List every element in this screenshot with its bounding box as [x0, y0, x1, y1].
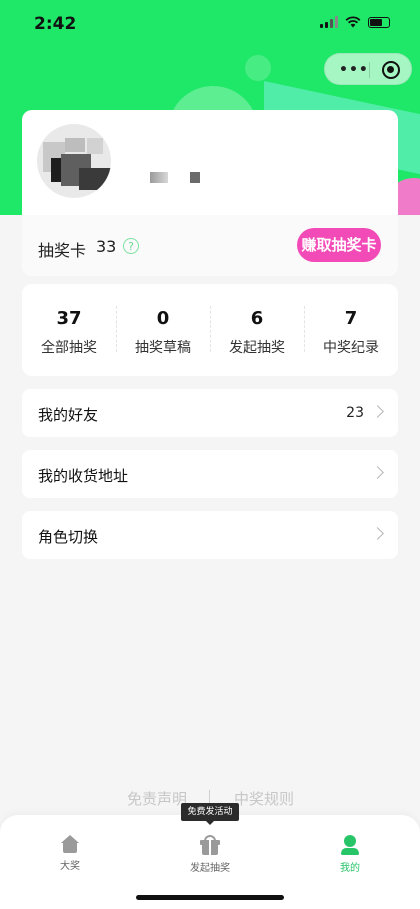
home-indicator — [136, 895, 284, 900]
stat-initiated[interactable]: 6 发起抽奖 — [210, 284, 304, 376]
status-icons — [320, 16, 390, 28]
capsule-divider — [369, 62, 370, 78]
stat-label: 全部抽奖 — [41, 340, 97, 356]
disclaimer-link[interactable]: 免责声明 — [127, 788, 187, 809]
stat-all-lotteries[interactable]: 37 全部抽奖 — [22, 284, 116, 376]
chevron-right-icon — [371, 466, 384, 479]
gift-icon — [200, 835, 220, 855]
stat-drafts[interactable]: 0 抽奖草稿 — [116, 284, 210, 376]
lottery-card-row: 抽奖卡 33 ? 赚取抽奖卡 — [22, 215, 398, 276]
profile-card: 抽奖卡 33 ? 赚取抽奖卡 — [22, 110, 398, 276]
row-label: 我的收货地址 — [38, 467, 129, 485]
rules-link[interactable]: 中奖规则 — [234, 788, 294, 809]
status-time: 2:42 — [34, 14, 77, 34]
row-label: 角色切换 — [38, 528, 99, 546]
status-bar: 2:42 — [0, 0, 420, 48]
chevron-right-icon — [371, 527, 384, 540]
decor-circle-small — [245, 55, 271, 81]
my-friends-row[interactable]: 我的好友 23 — [22, 389, 398, 437]
tab-label: 发起抽奖 — [190, 863, 230, 874]
question-icon[interactable]: ? — [123, 238, 139, 254]
row-label: 我的好友 — [38, 406, 99, 424]
chevron-right-icon — [371, 405, 384, 418]
signal-icon — [320, 16, 338, 28]
shipping-address-row[interactable]: 我的收货地址 — [22, 450, 398, 498]
stats-panel: 37 全部抽奖 0 抽奖草稿 6 发起抽奖 7 中奖纪录 — [22, 284, 398, 376]
tab-label: 大奖 — [60, 861, 80, 872]
mini-program-capsule: ••• — [324, 53, 412, 85]
role-switch-row[interactable]: 角色切换 — [22, 511, 398, 559]
home-icon — [60, 835, 80, 853]
stat-value: 37 — [56, 308, 82, 329]
tab-create-lottery[interactable]: 发起抽奖 — [170, 835, 250, 874]
stat-value: 7 — [344, 308, 358, 329]
stat-label: 抽奖草稿 — [135, 340, 191, 356]
free-activity-tooltip: 免费发活动 — [181, 803, 239, 825]
more-dots-icon[interactable]: ••• — [339, 63, 369, 77]
stat-label: 发起抽奖 — [229, 340, 285, 356]
wifi-icon — [345, 16, 361, 28]
stat-label: 中奖纪录 — [323, 340, 379, 356]
earn-lottery-card-button[interactable]: 赚取抽奖卡 — [297, 228, 381, 262]
nickname-placeholder — [150, 172, 200, 183]
stat-value: 0 — [156, 308, 170, 329]
tab-prizes[interactable]: 大奖 — [30, 835, 110, 872]
avatar[interactable] — [37, 124, 111, 198]
tab-me[interactable]: 我的 — [310, 835, 390, 874]
battery-icon — [368, 16, 390, 28]
stat-value: 6 — [250, 308, 264, 329]
stat-winning-records[interactable]: 7 中奖纪录 — [304, 284, 398, 376]
user-icon — [340, 835, 360, 855]
lottery-card-count: 33 — [96, 237, 117, 256]
lottery-card-label: 抽奖卡 — [38, 241, 87, 260]
target-circle-icon[interactable] — [382, 61, 400, 79]
tab-label: 我的 — [340, 863, 360, 874]
friends-count: 23 — [346, 405, 364, 421]
